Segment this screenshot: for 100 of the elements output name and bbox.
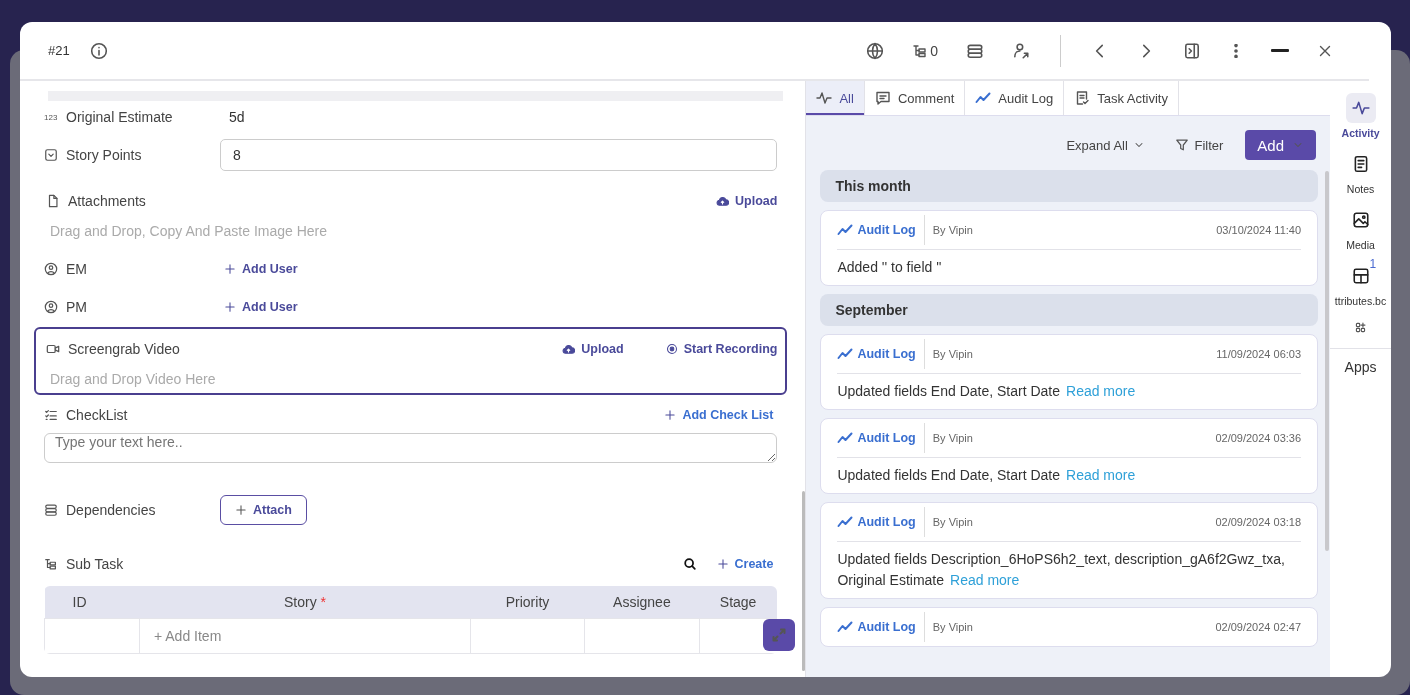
document-icon	[46, 194, 60, 208]
upload-area[interactable]: Attachments Upload Drag and Drop, Copy And Paste Image Here	[34, 179, 788, 247]
sidebar-item[interactable]: Notes	[1345, 149, 1376, 195]
create-link[interactable]: Create	[712, 555, 778, 573]
filter-icon	[1175, 138, 1190, 152]
checklist-icon	[44, 408, 58, 422]
drop-hint: Drag and Drop Video Here	[49, 371, 217, 387]
sidebar-item[interactable]: Media	[1345, 205, 1376, 251]
subtask-icon	[44, 557, 58, 571]
trend-line-icon	[975, 90, 992, 106]
trend-line-icon	[837, 514, 854, 530]
upload-link[interactable]: Start Recording	[661, 340, 782, 358]
expand-arrows-icon	[771, 627, 788, 643]
column-header: Story *	[139, 586, 471, 619]
upload-link[interactable]: Upload	[712, 192, 782, 210]
filter-button[interactable]: Filter	[1167, 133, 1232, 157]
clipboard-icon	[1074, 90, 1091, 106]
column-header: Assignee	[584, 586, 700, 619]
minimize-icon	[1271, 49, 1289, 52]
activity-tab[interactable]: All	[806, 81, 865, 115]
column-header: ID	[44, 586, 140, 619]
plus-icon	[664, 409, 677, 421]
dropdown-icon	[44, 148, 58, 162]
drop-hint: Drag and Drop, Copy And Paste Image Here	[49, 223, 329, 239]
entry-time: 11/09/2024 06:03	[1216, 348, 1302, 360]
entry-author: By Vipin	[931, 516, 973, 528]
number-icon: 123	[44, 112, 58, 122]
speech-bubble-icon	[874, 90, 891, 106]
image-icon	[1351, 211, 1370, 229]
field-label: Dependencies	[66, 502, 156, 518]
entry-type: Audit Log	[837, 339, 925, 369]
trend-line-icon	[837, 222, 854, 238]
layout-icon	[1351, 267, 1370, 285]
plus-icon	[224, 263, 236, 275]
record-icon	[665, 343, 678, 355]
entry-time: 02/09/2024 03:36	[1215, 432, 1302, 444]
add-checklist-link[interactable]: Add Check List	[660, 406, 778, 424]
expand-button[interactable]	[763, 619, 796, 651]
user-circle-icon	[44, 300, 58, 314]
entry-type: Audit Log	[837, 215, 925, 245]
hierarchy-icon	[912, 42, 929, 59]
entry-time: 02/09/2024 02:47	[1215, 621, 1302, 633]
pulse-icon	[1351, 99, 1370, 117]
field-label: EM	[66, 261, 87, 277]
add-item-link[interactable]: + Add Item	[140, 628, 222, 644]
globe-icon	[866, 41, 885, 60]
entry-text: Added '' to field ''	[837, 258, 943, 277]
scrollbar[interactable]	[802, 491, 806, 671]
user-arrow-icon	[1012, 41, 1030, 60]
entry-text: Updated fields Description_6HoPS6h2_text, description_gA6f2Gwz_txa, Original Estimate Read more	[837, 550, 1286, 590]
upload-link[interactable]: Upload	[558, 340, 628, 358]
expand-all-dropdown[interactable]: Expand All	[1058, 133, 1154, 157]
search-icon	[682, 557, 697, 571]
field-label: Original Estimate	[66, 109, 173, 125]
entry-author: By Vipin	[931, 432, 973, 444]
entry-author: By Vipin	[931, 224, 973, 236]
hierarchy-button[interactable]: 0	[904, 38, 946, 63]
required-mark: *	[320, 594, 326, 610]
cloud-upload-icon	[562, 342, 576, 356]
section-title: Sub Task	[66, 556, 124, 572]
group-header: This month	[820, 170, 1319, 202]
field-label: Story Points	[66, 147, 142, 163]
entry-time: 02/09/2024 03:18	[1215, 516, 1302, 528]
side-panel-icon	[1183, 41, 1201, 60]
field-label: CheckList	[66, 407, 128, 423]
story-points-input[interactable]: 8	[220, 139, 778, 171]
column-header: Stage	[699, 586, 777, 619]
task-id: #21	[48, 43, 70, 58]
trend-line-icon	[837, 346, 854, 362]
pulse-icon	[816, 90, 833, 106]
scrollbar[interactable]	[1325, 171, 1330, 551]
apps-label: Apps	[1344, 359, 1377, 375]
add-user-link[interactable]: Add User	[220, 298, 302, 316]
info-icon	[89, 41, 108, 60]
plus-icon	[716, 558, 729, 570]
add-user-link[interactable]: Add User	[220, 260, 302, 278]
column-header: Priority	[470, 586, 585, 619]
add-button[interactable]: Add	[1245, 130, 1317, 160]
entry-type: Audit Log	[837, 423, 925, 453]
entry-text: Updated fields End Date, Start Date Read more	[837, 466, 1137, 485]
entry-type: Audit Log	[837, 612, 925, 642]
links-icon	[44, 503, 58, 517]
field-label: PM	[66, 299, 87, 315]
entry-type: Audit Log	[837, 507, 925, 537]
cloud-upload-icon	[716, 194, 730, 208]
group-header: September	[820, 294, 1319, 326]
attach-button[interactable]: Attach	[220, 495, 307, 525]
upload-area[interactable]: Screengrab Video Upload Start Recording Drag and Drop Video Here	[34, 327, 788, 395]
trend-line-icon	[837, 430, 854, 446]
entry-text: Updated fields End Date, Start Date Read more	[837, 382, 1137, 401]
entry-author: By Vipin	[931, 348, 973, 360]
entry-author: By Vipin	[931, 621, 973, 633]
plus-icon	[224, 301, 236, 313]
checklist-input[interactable]: Type your text here..	[44, 433, 778, 463]
trend-line-icon	[837, 619, 854, 635]
user-circle-icon	[44, 262, 58, 276]
entry-time: 03/10/2024 11:40	[1216, 224, 1302, 236]
field-value: 5d	[228, 109, 245, 125]
video-camera-icon	[46, 342, 60, 356]
field-label: Screengrab Video	[68, 341, 180, 357]
